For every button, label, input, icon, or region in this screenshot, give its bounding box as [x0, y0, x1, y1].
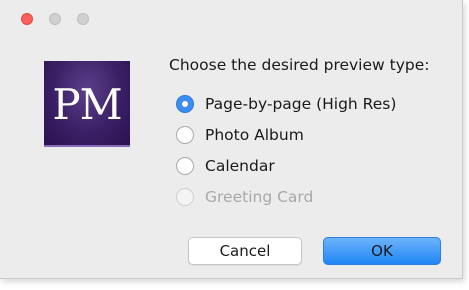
option-greeting-card: Greeting Card	[176, 187, 313, 207]
preview-type-dialog: PM Choose the desired preview type: Page…	[0, 0, 463, 279]
zoom-window-button	[77, 13, 89, 25]
minimize-window-button	[49, 13, 61, 25]
radio-disabled-icon	[176, 188, 194, 206]
option-calendar[interactable]: Calendar	[176, 156, 275, 176]
option-label: Photo Album	[205, 126, 304, 144]
option-label: Greeting Card	[205, 188, 314, 206]
radio-icon[interactable]	[176, 126, 194, 144]
close-window-button[interactable]	[21, 13, 33, 25]
radio-selected-icon[interactable]	[176, 95, 194, 113]
logo-text: PM	[52, 80, 122, 129]
option-page-by-page[interactable]: Page-by-page (High Res)	[176, 94, 396, 114]
dialog-prompt: Choose the desired preview type:	[169, 56, 430, 74]
app-logo: PM	[44, 61, 130, 147]
cancel-button[interactable]: Cancel	[188, 237, 302, 265]
option-label: Calendar	[205, 157, 275, 175]
ok-button[interactable]: OK	[323, 237, 441, 265]
option-label: Page-by-page (High Res)	[205, 95, 397, 113]
title-bar	[0, 0, 462, 38]
radio-icon[interactable]	[176, 157, 194, 175]
option-photo-album[interactable]: Photo Album	[176, 125, 304, 145]
